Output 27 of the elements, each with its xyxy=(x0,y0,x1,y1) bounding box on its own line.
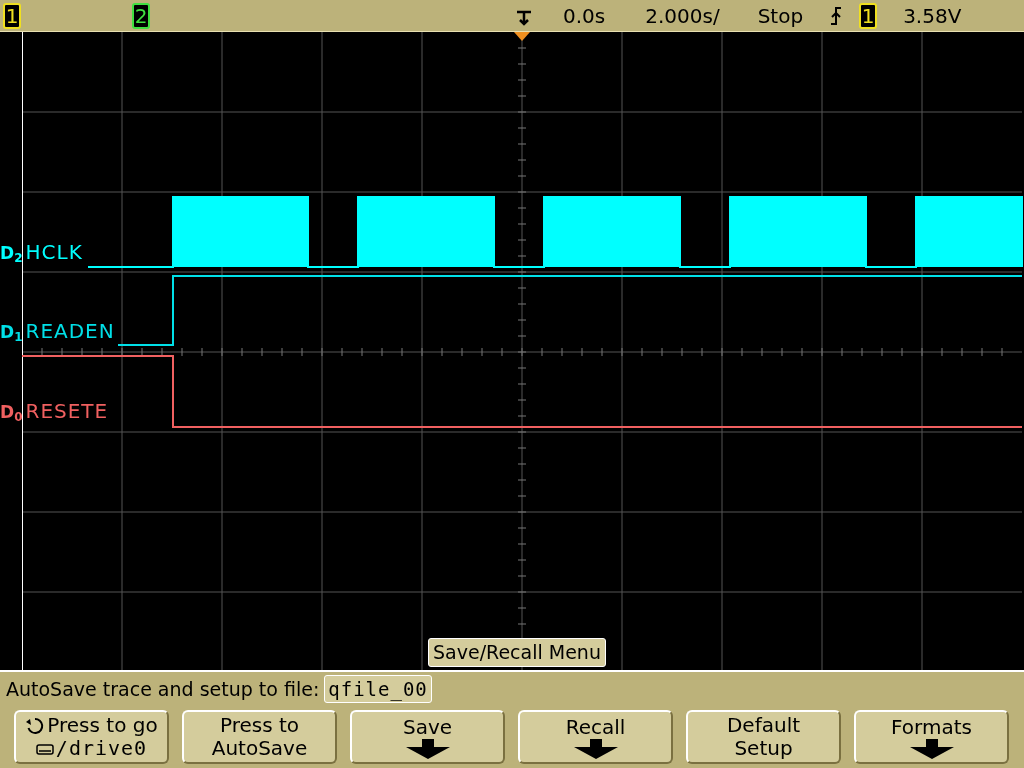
softkey-button[interactable]: Recall xyxy=(518,710,673,764)
channel-name: HCLK xyxy=(25,242,83,262)
channel-name: RESETE xyxy=(25,401,109,421)
softkey-button[interactable]: Press to AutoSave xyxy=(182,710,337,764)
channel-id: D$_{0}$ xyxy=(0,404,23,421)
autosave-label: AutoSave trace and setup to file: xyxy=(6,676,320,702)
softkey-label: /drive0 xyxy=(55,737,148,760)
delay-readout: 0.0s xyxy=(563,2,606,30)
rotate-icon xyxy=(25,715,46,736)
trigger-level: 3.58V xyxy=(903,2,962,30)
softkey-button[interactable]: Save xyxy=(350,710,505,764)
channel-badge: 1 xyxy=(3,2,21,29)
softkey-button[interactable]: Press to go /drive0 xyxy=(14,710,169,764)
timebase-readout: 2.000s/ xyxy=(645,2,720,30)
filename-field[interactable]: qfile_00 xyxy=(324,675,432,703)
softkey-button[interactable]: Formats xyxy=(854,710,1009,764)
drive-icon xyxy=(35,742,54,755)
channel-id: D$_{1}$ xyxy=(0,324,23,341)
channel-badge: 2 xyxy=(132,2,150,29)
channel-name: READEN xyxy=(25,321,115,341)
channel-badge: 1 xyxy=(859,2,878,29)
softkey-button[interactable]: Default Setup xyxy=(686,710,841,764)
menu-title: Save/Recall Menu xyxy=(428,638,606,667)
softkey-label: Press to go xyxy=(47,714,158,737)
rising-edge-icon xyxy=(829,5,844,26)
run-state: Stop xyxy=(757,2,804,30)
channel-id: D$_{2}$ xyxy=(0,245,23,262)
